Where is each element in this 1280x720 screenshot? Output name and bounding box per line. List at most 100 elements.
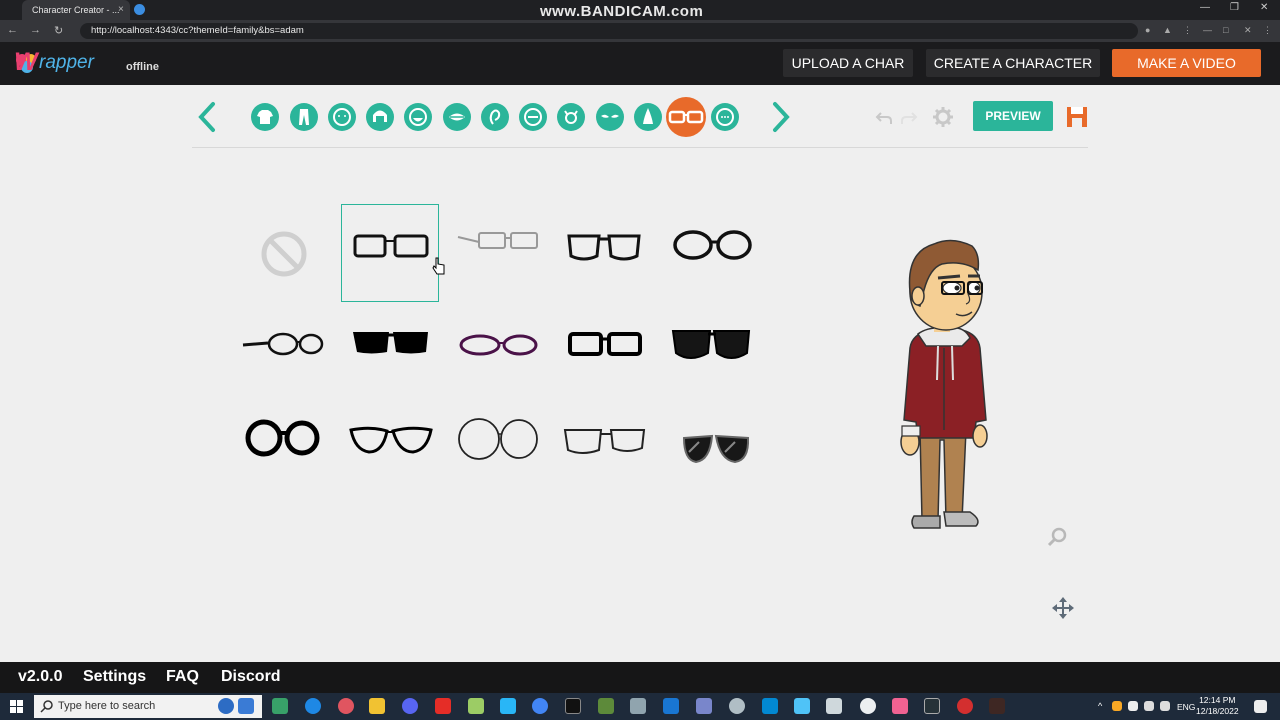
- back-icon[interactable]: ←: [7, 24, 18, 36]
- glasses-option-dark-sunglasses[interactable]: [662, 295, 760, 393]
- glasses-option-aviator-sunglasses[interactable]: [662, 390, 760, 488]
- network-icon[interactable]: [1144, 701, 1154, 711]
- category-eyebrows[interactable]: [596, 103, 624, 131]
- glasses-icon: [668, 110, 704, 124]
- taskbar-app-icon[interactable]: [218, 698, 234, 714]
- faq-link[interactable]: FAQ: [166, 668, 199, 686]
- terminal-icon[interactable]: [924, 698, 940, 714]
- glasses-option-large-round-thin[interactable]: [448, 390, 546, 488]
- taskbar-app-icon[interactable]: [729, 698, 745, 714]
- glasses-option-small-round-wire[interactable]: [235, 295, 333, 393]
- bandicam-icon[interactable]: [957, 698, 973, 714]
- taskbar-app-icon[interactable]: [860, 698, 876, 714]
- volume-icon[interactable]: [1160, 701, 1170, 711]
- preview-button[interactable]: PREVIEW: [973, 101, 1053, 131]
- logo-initial: W: [14, 48, 38, 76]
- taskbar-app-icon[interactable]: [565, 698, 581, 714]
- extension-icon[interactable]: ⋮: [1183, 25, 1192, 36]
- taskbar-app-icon[interactable]: [338, 698, 354, 714]
- reload-icon[interactable]: ↻: [54, 24, 63, 37]
- minecraft-icon[interactable]: [598, 698, 614, 714]
- taskbar-app-icon[interactable]: [500, 698, 516, 714]
- store-icon[interactable]: [762, 698, 778, 714]
- discord-icon[interactable]: [402, 698, 418, 714]
- url-field[interactable]: http://localhost:4343/cc?themeId=family&…: [80, 23, 1138, 39]
- pants-icon: [299, 109, 309, 125]
- create-character-button[interactable]: CREATE A CHARACTER: [926, 49, 1100, 77]
- taskbar-app-icon[interactable]: [892, 698, 908, 714]
- taskbar-app-icon[interactable]: [272, 698, 288, 714]
- save-icon[interactable]: [1066, 106, 1088, 128]
- category-mouth[interactable]: [443, 103, 471, 131]
- minimize-icon[interactable]: —: [1200, 2, 1210, 13]
- youtube-icon[interactable]: [435, 698, 451, 714]
- tab-close-icon[interactable]: ×: [118, 0, 124, 20]
- tray-icon[interactable]: [1112, 701, 1122, 711]
- taskbar-app-icon[interactable]: [989, 698, 1005, 714]
- edge-icon[interactable]: [305, 698, 321, 714]
- extension-icon[interactable]: ●: [1145, 25, 1150, 35]
- category-pants[interactable]: [290, 103, 318, 131]
- glasses-option-wire-rect[interactable]: [555, 390, 653, 488]
- glasses-option-black-rect[interactable]: [555, 295, 653, 393]
- maximize-icon[interactable]: ❐: [1230, 2, 1239, 13]
- category-hair[interactable]: [366, 103, 394, 131]
- category-nose[interactable]: [634, 103, 662, 131]
- category-head[interactable]: [328, 103, 356, 131]
- glasses-option-round-thick[interactable]: [662, 204, 760, 302]
- gear-icon[interactable]: [932, 106, 954, 128]
- category-face-detail[interactable]: [711, 103, 739, 131]
- taskbar-app-icon[interactable]: [826, 698, 842, 714]
- glasses-option-thick-round[interactable]: [235, 390, 333, 488]
- tray-chevron-icon[interactable]: ^: [1098, 701, 1102, 711]
- maximize-icon[interactable]: □: [1223, 25, 1228, 35]
- glasses-option-rimless-wire[interactable]: [448, 204, 546, 302]
- logo-text: rapper: [39, 52, 94, 73]
- glasses-option-cat-eye[interactable]: [341, 390, 439, 488]
- close-window-icon[interactable]: ✕: [1260, 2, 1268, 13]
- upload-char-button[interactable]: UPLOAD A CHAR: [783, 49, 913, 77]
- browser-tab[interactable]: Character Creator - ...: [22, 0, 130, 20]
- settings-link[interactable]: Settings: [83, 668, 146, 686]
- close-icon[interactable]: ✕: [1244, 25, 1252, 36]
- category-beard[interactable]: [404, 103, 432, 131]
- taskbar-app-icon[interactable]: [663, 698, 679, 714]
- taskbar-app-icon[interactable]: [630, 698, 646, 714]
- prev-arrow-icon[interactable]: [196, 100, 218, 134]
- tray-icon[interactable]: [1128, 701, 1138, 711]
- category-ear[interactable]: [481, 103, 509, 131]
- glasses-option-purple-oval[interactable]: [448, 295, 546, 393]
- taskbar-app-icon[interactable]: [468, 698, 484, 714]
- next-arrow-icon[interactable]: [770, 100, 792, 134]
- menu-icon[interactable]: ⋮: [1263, 25, 1272, 36]
- glasses-option-square-thick[interactable]: [555, 204, 653, 302]
- make-video-button[interactable]: MAKE A VIDEO: [1112, 49, 1261, 77]
- glasses-option-none[interactable]: [235, 204, 333, 302]
- extension-icon[interactable]: ▲: [1163, 25, 1172, 35]
- mail-icon[interactable]: [794, 698, 810, 714]
- category-shirt[interactable]: [251, 103, 279, 131]
- category-glasses[interactable]: [666, 97, 706, 137]
- windows-start-icon[interactable]: [10, 700, 23, 713]
- forward-icon[interactable]: →: [30, 24, 41, 36]
- undo-icon[interactable]: [875, 108, 893, 126]
- new-tab-button[interactable]: [134, 4, 145, 15]
- language-indicator[interactable]: ENG: [1177, 702, 1195, 712]
- discord-link[interactable]: Discord: [221, 668, 281, 686]
- redo-icon[interactable]: [900, 108, 918, 126]
- move-icon[interactable]: [1051, 596, 1075, 620]
- glasses-option-solid-black-rect[interactable]: [341, 295, 439, 393]
- taskbar-clock[interactable]: 12:14 PM 12/18/2022: [1196, 695, 1239, 717]
- taskbar-app-icon[interactable]: [696, 698, 712, 714]
- notification-icon[interactable]: [1254, 700, 1267, 713]
- zoom-icon[interactable]: [1046, 526, 1068, 548]
- category-eye[interactable]: [557, 103, 585, 131]
- chrome-icon[interactable]: [532, 698, 548, 714]
- none-icon: [261, 231, 307, 277]
- taskbar-app-icon[interactable]: [238, 698, 254, 714]
- file-explorer-icon[interactable]: [369, 698, 385, 714]
- category-eyebrow[interactable]: [519, 103, 547, 131]
- search-icon: [40, 700, 53, 713]
- minimize-icon[interactable]: —: [1203, 25, 1212, 35]
- glasses-option-rectangle-thin[interactable]: [341, 204, 439, 302]
